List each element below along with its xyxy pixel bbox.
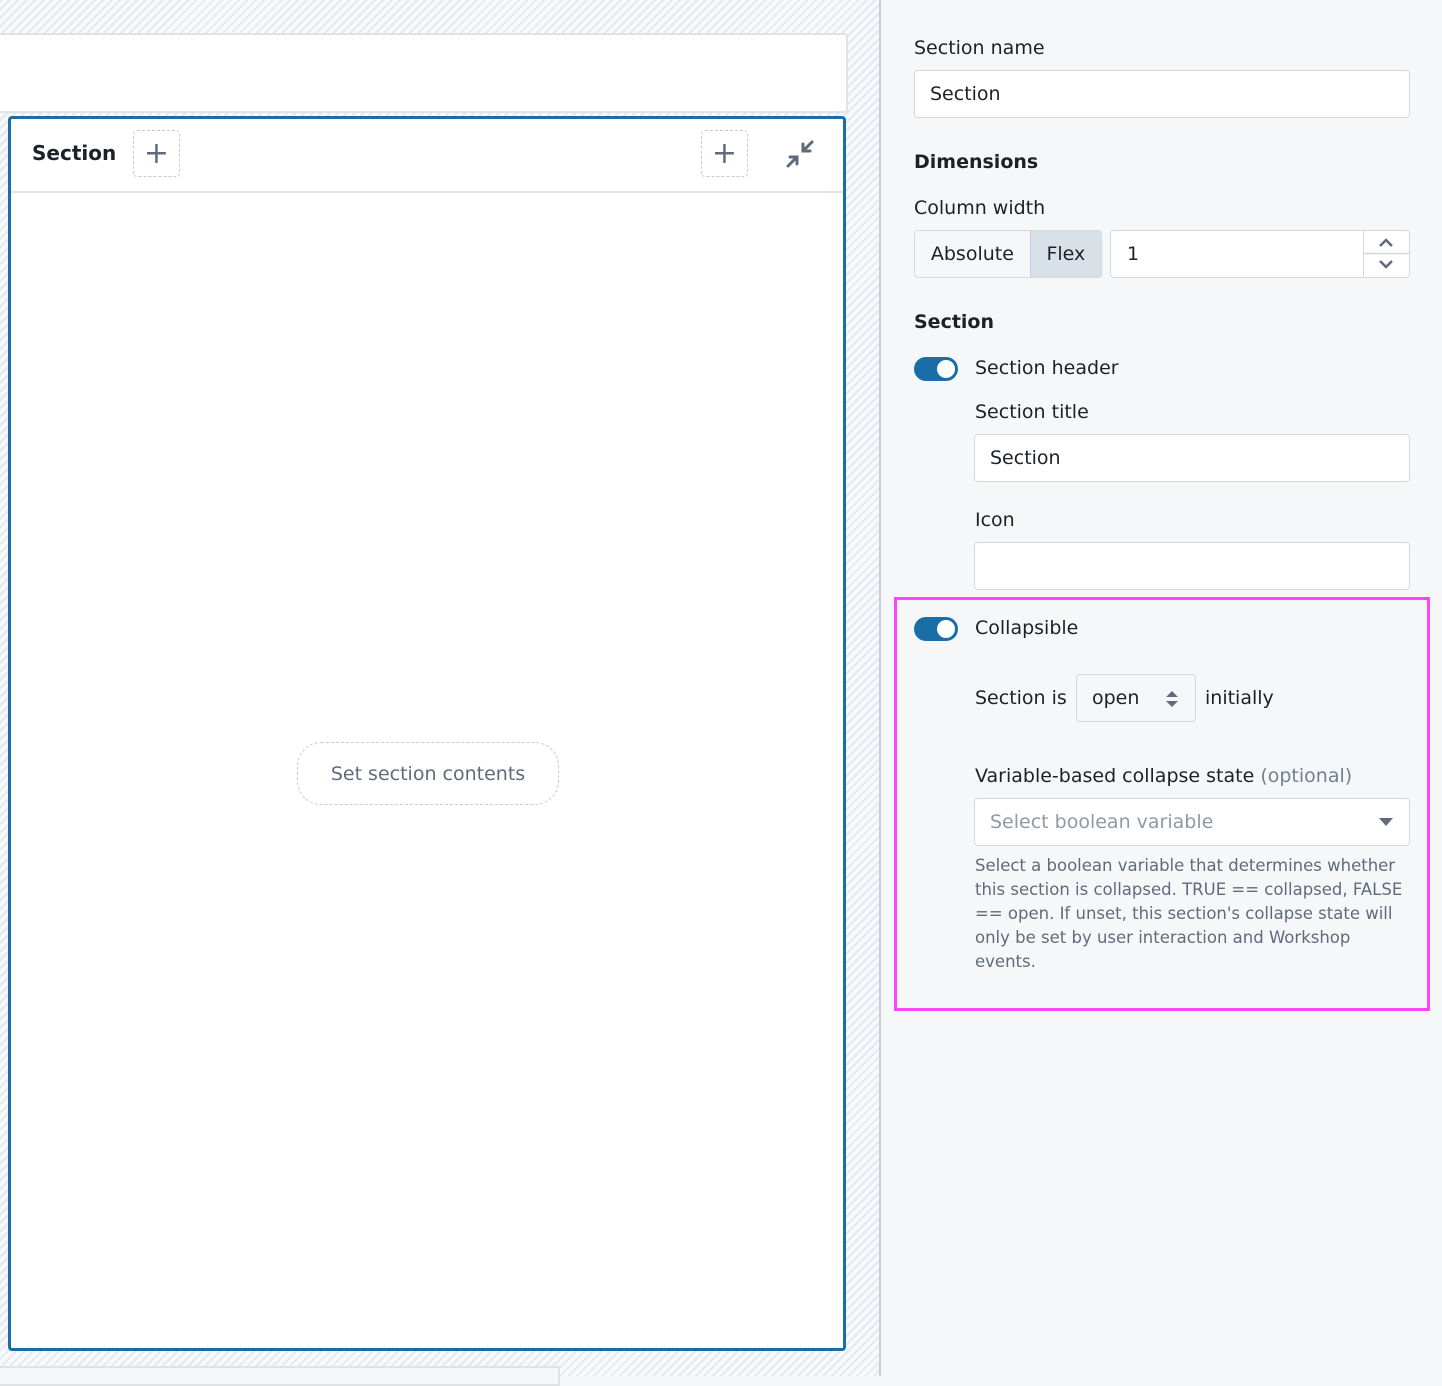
- initially-label: initially: [1205, 687, 1274, 709]
- section-heading: Section: [914, 311, 995, 333]
- plus-icon: +: [711, 136, 738, 171]
- variable-label-text: Variable-based collapse state: [975, 765, 1255, 787]
- add-header-right-button[interactable]: +: [701, 130, 748, 177]
- selected-section[interactable]: Section + + Set section contents: [8, 116, 846, 1351]
- absolute-option[interactable]: Absolute: [915, 231, 1030, 277]
- section-title-label: Section title: [975, 401, 1089, 423]
- section-title-input[interactable]: Section: [974, 434, 1410, 482]
- variable-label: Variable-based collapse state (optional): [975, 765, 1352, 787]
- config-panel: Section name Section Dimensions Column w…: [882, 0, 1442, 1376]
- caret-up-down-icon: [1166, 691, 1178, 707]
- chevron-up-icon: [1379, 238, 1393, 247]
- icon-label: Icon: [975, 509, 1015, 531]
- boolean-variable-select[interactable]: Select boolean variable: [974, 798, 1410, 846]
- collapse-icon[interactable]: [783, 137, 817, 171]
- width-stepper[interactable]: [1363, 231, 1410, 277]
- optional-label: (optional): [1260, 765, 1353, 787]
- icon-input[interactable]: [974, 542, 1410, 590]
- width-mode-toggle: Absolute Flex: [914, 230, 1102, 278]
- canvas: Section + + Set section contents: [0, 0, 881, 1386]
- section-header: Section + +: [11, 119, 843, 193]
- plus-icon: +: [143, 136, 170, 171]
- collapsible-toggle[interactable]: [914, 617, 958, 641]
- section-title: Section: [32, 141, 117, 165]
- variable-help-text: Select a boolean variable that determine…: [975, 856, 1403, 971]
- set-section-contents-button[interactable]: Set section contents: [297, 742, 559, 805]
- add-header-left-button[interactable]: +: [133, 130, 180, 177]
- collapsible-label: Collapsible: [975, 617, 1079, 639]
- width-value-input[interactable]: 1: [1110, 230, 1410, 278]
- section-card-above[interactable]: [0, 33, 848, 113]
- section-name-input[interactable]: Section: [914, 70, 1410, 118]
- variable-placeholder: Select boolean variable: [990, 811, 1214, 833]
- section-header-toggle[interactable]: [914, 357, 958, 381]
- section-is-label: Section is: [975, 687, 1067, 709]
- dimensions-heading: Dimensions: [914, 151, 1039, 173]
- section-name-label: Section name: [914, 37, 1045, 59]
- initial-state-value: open: [1092, 687, 1140, 709]
- flex-option[interactable]: Flex: [1029, 231, 1101, 277]
- column-width-label: Column width: [914, 197, 1046, 219]
- chevron-down-icon: [1379, 260, 1393, 269]
- width-value: 1: [1127, 243, 1140, 265]
- caret-down-icon: [1379, 818, 1393, 826]
- section-header-label: Section header: [975, 357, 1119, 379]
- section-card-below[interactable]: [0, 1366, 560, 1386]
- initial-state-select[interactable]: open: [1076, 674, 1196, 722]
